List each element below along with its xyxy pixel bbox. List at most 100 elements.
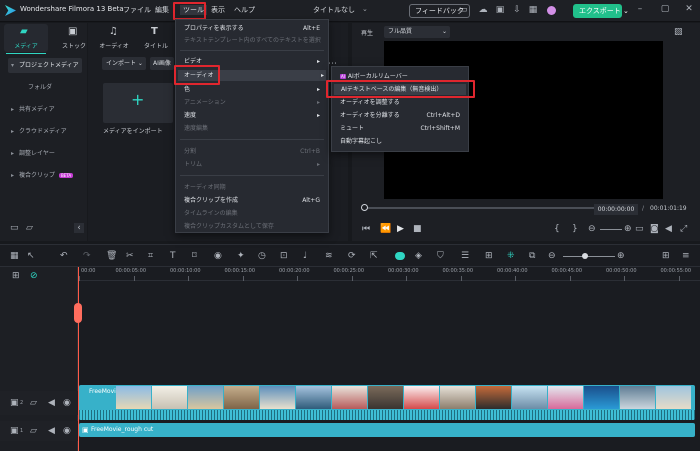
menu-item-split[interactable]: 分割 Ctrl+B bbox=[184, 146, 322, 157]
layout-grid-icon[interactable]: ▦ bbox=[10, 251, 19, 261]
folder-icon[interactable]: ▱ bbox=[26, 223, 33, 233]
wand-icon[interactable]: ✦ bbox=[237, 251, 245, 261]
minimize-icon[interactable]: – bbox=[635, 4, 645, 14]
new-folder-icon[interactable]: ▭ bbox=[10, 223, 19, 233]
play-icon[interactable]: ▶ bbox=[397, 224, 404, 234]
quality-dropdown[interactable]: フル品質 ⌄ bbox=[384, 26, 450, 38]
link-track-icon[interactable]: ⊘ bbox=[30, 271, 38, 281]
eye-icon[interactable]: ◉ bbox=[63, 426, 71, 436]
monitor-icon[interactable]: ▭ bbox=[635, 224, 644, 234]
prev-frame-icon[interactable]: ⏮ bbox=[362, 224, 370, 234]
sidebar-item-shared-media[interactable]: ▸ 共有メディア bbox=[8, 102, 82, 117]
motion-icon[interactable]: ⟳ bbox=[348, 251, 356, 261]
sidebar-item-project-media[interactable]: ▾ プロジェクトメディア bbox=[8, 58, 82, 73]
menu-view[interactable]: 表示 bbox=[211, 5, 225, 15]
submenu-item-mute[interactable]: ミュート Ctrl+Shift+M bbox=[340, 123, 462, 134]
import-media-tile[interactable]: + bbox=[103, 83, 173, 123]
camera-icon[interactable]: ◙ bbox=[650, 224, 659, 234]
menu-file[interactable]: ファイル bbox=[123, 5, 151, 15]
menu-item-speed-edit[interactable]: 速度編集 bbox=[184, 123, 322, 134]
snap-icon[interactable]: ⁜ bbox=[507, 251, 515, 261]
timeline-zoom-slider[interactable] bbox=[563, 256, 615, 257]
export-frame-icon[interactable]: ⇱ bbox=[370, 251, 378, 261]
grid-icon[interactable]: ▦ bbox=[528, 5, 538, 15]
maximize-icon[interactable]: ▢ bbox=[660, 4, 670, 14]
speaker-icon[interactable]: ◀ bbox=[48, 426, 55, 436]
submenu-item-auto-subtitle[interactable]: 自動字幕起こし bbox=[340, 136, 462, 147]
close-icon[interactable]: ✕ bbox=[684, 4, 694, 14]
ai-image-button[interactable]: AI画像 bbox=[150, 57, 174, 70]
download-icon[interactable]: ⇩ bbox=[512, 5, 522, 15]
sidebar-item-cloud-media[interactable]: ▸ クラウドメディア bbox=[8, 124, 82, 139]
menu-item-speed[interactable]: 速度 ▸ bbox=[184, 110, 322, 121]
fullscreen-icon[interactable]: ⤢ bbox=[680, 224, 687, 234]
cloud-save-icon[interactable]: ☁ bbox=[478, 5, 488, 15]
sidebar-item-compound-clip[interactable]: ▸ 複合クリップ BETA bbox=[8, 168, 82, 183]
mic-icon[interactable]: ♩ bbox=[303, 251, 307, 261]
folder-icon[interactable]: ▱ bbox=[30, 398, 37, 408]
audio-clip[interactable]: ▣ FreeMovie_rough cut bbox=[79, 423, 695, 437]
menu-item-create-compound[interactable]: 複合クリップを作成 Alt+G bbox=[184, 195, 322, 206]
menu-item-timeline-edit[interactable]: タイムラインの編集 bbox=[184, 208, 322, 219]
submenu-item-adjust-audio[interactable]: オーディオを調整する bbox=[340, 97, 462, 108]
gift-icon[interactable]: ▣ bbox=[495, 5, 505, 15]
undo-icon[interactable]: ↶ bbox=[60, 251, 68, 261]
sidebar-item-folder[interactable]: フォルダ bbox=[8, 80, 82, 95]
menu-item-properties[interactable]: プロパティを表示する Alt+E bbox=[184, 23, 322, 34]
transform-icon[interactable]: ⌑ bbox=[192, 251, 197, 261]
cursor-select-icon[interactable]: ↖ bbox=[27, 251, 35, 261]
ai-toggle-icon[interactable] bbox=[395, 252, 405, 260]
link-icon[interactable]: ⧉ bbox=[529, 251, 535, 261]
fit-icon[interactable]: ⊡ bbox=[280, 251, 288, 261]
stop-icon[interactable]: ■ bbox=[413, 224, 422, 234]
color-icon[interactable]: ◉ bbox=[214, 251, 222, 261]
collapse-icon[interactable]: ‹ bbox=[74, 223, 84, 233]
timer-icon[interactable]: ◷ bbox=[258, 251, 266, 261]
shield-icon[interactable]: ⛉ bbox=[437, 251, 444, 261]
playhead-scrubber[interactable] bbox=[364, 207, 594, 209]
audio-wave-icon[interactable]: ≋ bbox=[325, 251, 333, 261]
grid-view-icon[interactable]: ⊞ bbox=[662, 251, 670, 261]
video-clip[interactable]: FreeMovie_rough cut bbox=[79, 385, 695, 420]
menu-help[interactable]: ヘルプ bbox=[234, 5, 255, 15]
eye-icon[interactable]: ◉ bbox=[63, 398, 71, 408]
redo-icon[interactable]: ↷ bbox=[83, 251, 91, 261]
tab-media[interactable]: ▰ メディア bbox=[4, 24, 48, 52]
delete-icon[interactable]: 🗑 bbox=[106, 251, 117, 261]
menu-item-audio-sync[interactable]: オーディオ同期 bbox=[184, 182, 322, 193]
marker-icon[interactable]: ◈ bbox=[415, 251, 422, 261]
text-icon[interactable]: T bbox=[170, 251, 176, 261]
export-button[interactable]: エクスポート ⌄ bbox=[573, 4, 629, 18]
import-dropdown[interactable]: インポート ⌄ bbox=[102, 57, 146, 70]
scrubber-handle[interactable] bbox=[361, 204, 368, 211]
step-back-icon[interactable]: ⏪ bbox=[380, 224, 391, 234]
tab-audio[interactable]: ♫ オーディオ bbox=[98, 24, 130, 52]
bracket-in-icon[interactable]: { bbox=[554, 224, 560, 234]
zoom-slider-handle[interactable] bbox=[582, 253, 588, 259]
menu-item-color[interactable]: 色 ▸ bbox=[184, 84, 322, 95]
submenu-item-detach-audio[interactable]: オーディオを分離する Ctrl+Alt+D bbox=[340, 110, 462, 121]
tab-title[interactable]: T タイトル bbox=[140, 24, 172, 52]
zoom-in-icon[interactable]: ⊕ bbox=[617, 251, 625, 261]
menu-item-trim[interactable]: トリム ▸ bbox=[184, 159, 322, 170]
preview-zoom-slider[interactable] bbox=[600, 229, 622, 230]
menu-item-save-compound[interactable]: 複合クリップカスタムとして保存 bbox=[184, 221, 322, 232]
chevron-down-icon[interactable]: ⌄ bbox=[362, 5, 368, 13]
menu-edit[interactable]: 編集 bbox=[155, 5, 169, 15]
split-icon[interactable]: ✂ bbox=[126, 251, 134, 261]
menu-item-animation[interactable]: アニメーション ▸ bbox=[184, 97, 322, 108]
speaker-icon[interactable]: ◀ bbox=[665, 224, 672, 234]
speaker-icon[interactable]: ◀ bbox=[48, 398, 55, 408]
screen-icon[interactable]: ▭ bbox=[458, 5, 468, 15]
volume-minus-icon[interactable]: ⊖ bbox=[588, 224, 596, 234]
sidebar-item-adjustment-layer[interactable]: ▸ 調整レイヤー bbox=[8, 146, 82, 161]
add-track-icon[interactable]: ⊞ bbox=[12, 271, 20, 281]
avatar[interactable] bbox=[547, 6, 556, 15]
folder-icon[interactable]: ▱ bbox=[30, 426, 37, 436]
bracket-out-icon[interactable]: } bbox=[572, 224, 578, 234]
zoom-out-icon[interactable]: ⊖ bbox=[548, 251, 556, 261]
mixer-icon[interactable]: ☰ bbox=[461, 251, 469, 261]
menu-icon[interactable]: ≡ bbox=[682, 251, 690, 261]
playhead-handle[interactable] bbox=[74, 303, 82, 323]
volume-plus-icon[interactable]: ⊕ bbox=[624, 224, 632, 234]
